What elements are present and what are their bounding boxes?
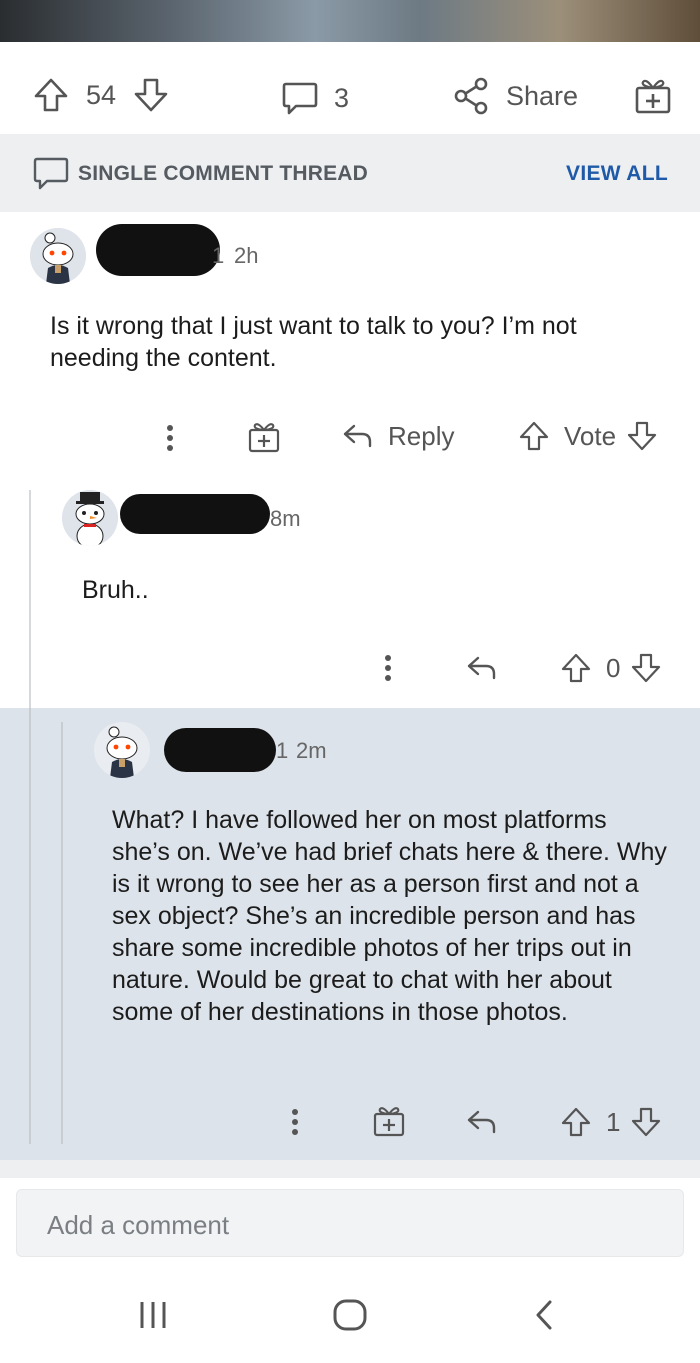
vote-controls: Vote <box>518 420 658 452</box>
thread-title: SINGLE COMMENT THREAD <box>78 162 369 185</box>
more-options-icon[interactable] <box>156 418 184 458</box>
downvote-icon[interactable] <box>626 420 658 452</box>
reply-icon[interactable] <box>466 1106 498 1138</box>
single-thread-bar: SINGLE COMMENT THREAD VIEW ALL <box>0 134 700 212</box>
gift-icon <box>635 79 671 114</box>
upvote-button[interactable] <box>32 76 70 114</box>
thread-line[interactable] <box>29 708 31 1144</box>
snoo-snowman-avatar-icon <box>62 490 118 546</box>
username-suffix: 1 <box>212 243 225 268</box>
avatar[interactable] <box>62 490 118 546</box>
comment-count: 3 <box>334 82 350 113</box>
username-suffix: 1 <box>276 738 289 763</box>
comment-timestamp: 2h <box>234 243 259 268</box>
comment-timestamp: 8m <box>270 506 301 531</box>
vote-count: 54 <box>86 80 117 110</box>
share-label: Share <box>506 80 579 111</box>
share-icon <box>454 77 488 115</box>
redacted-username <box>120 494 270 534</box>
gift-icon[interactable] <box>373 1104 405 1138</box>
downvote-icon <box>134 78 168 112</box>
vote-score: 1 <box>606 1106 621 1137</box>
redacted-username <box>164 728 276 772</box>
upvote-icon[interactable] <box>560 1106 592 1138</box>
divider <box>0 1160 700 1178</box>
gift-icon[interactable] <box>248 420 280 454</box>
reply-icon[interactable] <box>466 652 498 684</box>
avatar[interactable] <box>30 228 86 284</box>
award-button[interactable] <box>634 76 672 116</box>
view-all-button[interactable]: VIEW ALL <box>566 162 668 186</box>
add-comment-input[interactable]: Add a comment <box>16 1189 684 1257</box>
upvote-icon[interactable] <box>560 652 592 684</box>
vote-label: Vote <box>564 420 617 451</box>
downvote-button[interactable] <box>132 76 170 114</box>
comments-button[interactable]: 3 <box>280 78 349 118</box>
system-nav-bar <box>0 1270 700 1363</box>
back-icon[interactable] <box>530 1298 560 1332</box>
upvote-icon[interactable] <box>518 420 550 452</box>
share-button[interactable]: Share <box>452 76 578 116</box>
vote-controls: 0 <box>560 652 662 684</box>
vote-controls: 1 <box>560 1106 662 1138</box>
more-options-icon[interactable] <box>281 1102 309 1142</box>
comment-icon <box>33 157 69 190</box>
comment-body: Bruh.. <box>82 576 149 604</box>
downvote-icon[interactable] <box>630 1106 662 1138</box>
add-comment-placeholder: Add a comment <box>47 1210 230 1240</box>
comment-body: Is it wrong that I just want to talk to … <box>50 312 577 372</box>
post-action-bar: 54 3 Share <box>0 42 700 134</box>
upvote-icon <box>34 78 68 112</box>
reply-label: Reply <box>388 420 455 451</box>
redacted-username <box>96 224 220 276</box>
comment-body: What? I have followed her on most platfo… <box>112 806 667 1026</box>
home-icon[interactable] <box>331 1298 369 1332</box>
comment-actions <box>156 418 184 458</box>
thread-line-nested[interactable] <box>61 722 63 1144</box>
reply-icon <box>343 424 372 448</box>
snoo-avatar-icon <box>30 228 86 284</box>
comment-icon <box>282 82 318 115</box>
recent-apps-icon[interactable] <box>136 1298 170 1332</box>
vote-score: 0 <box>606 652 621 683</box>
more-options-icon[interactable] <box>374 648 402 688</box>
snoo-avatar-icon <box>94 722 150 778</box>
avatar[interactable] <box>94 722 150 778</box>
downvote-icon[interactable] <box>630 652 662 684</box>
reply-button[interactable]: Reply <box>342 420 454 452</box>
post-image-strip <box>0 0 700 42</box>
comment-timestamp: 2m <box>296 738 327 763</box>
